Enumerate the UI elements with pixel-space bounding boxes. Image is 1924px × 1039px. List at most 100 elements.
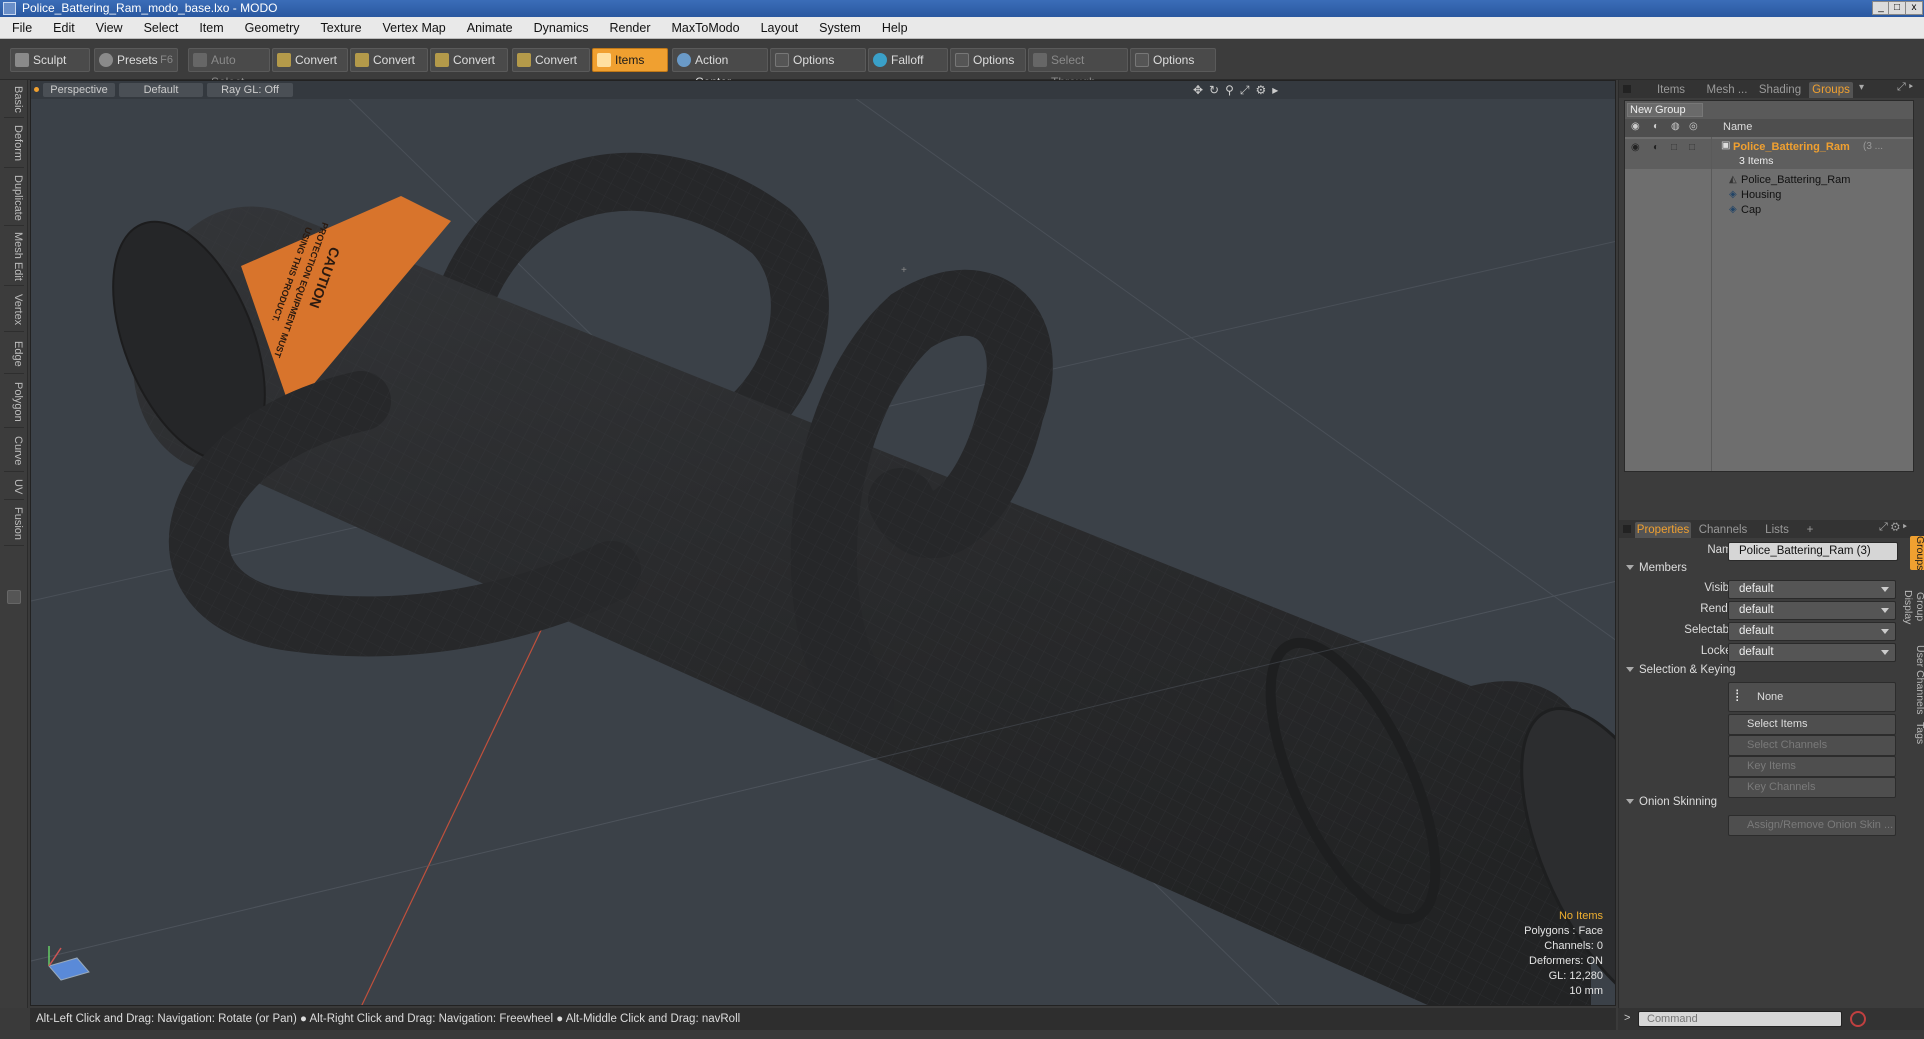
locked-dropdown[interactable]: default <box>1728 643 1896 662</box>
tab-edge[interactable]: Edge <box>4 334 24 374</box>
tab-deform[interactable]: Deform <box>4 120 24 168</box>
menu-view[interactable]: View <box>84 17 132 39</box>
tree-item-cap[interactable]: ◈ Cap <box>1625 203 1913 218</box>
side-tab-group-display[interactable]: Group Display <box>1902 574 1924 640</box>
visible-dropdown[interactable]: default <box>1728 580 1896 599</box>
select-channels-button[interactable]: Select Channels <box>1728 735 1896 756</box>
command-input[interactable] <box>1638 1011 1842 1027</box>
lock-icon[interactable]: ◍ <box>1671 121 1680 132</box>
menu-animate[interactable]: Animate <box>455 17 522 39</box>
3d-viewport[interactable]: CAUTION PROTECTION EQUIPMENT MUST USING … <box>30 80 1616 1006</box>
convert-materials-button[interactable]: Convert <box>512 48 590 72</box>
tab-polygon[interactable]: Polygon <box>4 376 24 428</box>
key-items-button[interactable]: Key Items <box>1728 756 1896 777</box>
tab-duplicate[interactable]: Duplicate <box>4 170 24 226</box>
select-icon[interactable]: □ <box>1689 142 1695 153</box>
onion-skin-button[interactable]: Assign/Remove Onion Skin ... <box>1728 815 1896 836</box>
selection-keying-section[interactable]: Selection & Keying <box>1626 664 1736 676</box>
none-button[interactable]: ⁞ None <box>1728 682 1896 712</box>
menu-select[interactable]: Select <box>132 17 188 39</box>
action-center-options-button[interactable]: Options <box>770 48 866 72</box>
tree-item-housing[interactable]: ◈ Housing <box>1625 188 1913 203</box>
menu-edit[interactable]: Edit <box>41 17 84 39</box>
name-label: Name <box>1707 544 1738 556</box>
viewport-menu-icon[interactable] <box>34 87 39 92</box>
tab-lists[interactable]: Lists <box>1755 522 1799 538</box>
column-name-header: Name <box>1723 121 1753 133</box>
tab-vertex[interactable]: Vertex <box>4 288 24 332</box>
panel-menu-icon[interactable] <box>1623 85 1631 93</box>
chevron-down-icon[interactable]: ▾ <box>1859 82 1864 93</box>
convert-edges-button[interactable]: Convert <box>350 48 428 72</box>
maximize-button[interactable]: □ <box>1888 1 1906 15</box>
raygl-toggle[interactable]: Ray GL: Off <box>207 83 293 97</box>
members-section[interactable]: Members <box>1626 562 1687 574</box>
convert-polygons-button[interactable]: Convert <box>430 48 508 72</box>
menu-texture[interactable]: Texture <box>309 17 371 39</box>
falloff-button[interactable]: Falloff <box>868 48 948 72</box>
render-icon[interactable]: ◐ <box>1653 121 1659 132</box>
select-items-button[interactable]: Select Items <box>1728 714 1896 735</box>
render-dropdown[interactable]: default <box>1728 601 1896 620</box>
select-through-options-button[interactable]: Options <box>1130 48 1216 72</box>
menu-help[interactable]: Help <box>870 17 917 39</box>
add-tab-button[interactable]: + <box>1803 522 1817 538</box>
lock-icon[interactable]: □ <box>1671 142 1677 153</box>
sculpt-button[interactable]: Sculpt <box>10 48 90 72</box>
chevron-down-icon <box>1881 650 1889 655</box>
eye-icon[interactable]: ◉ <box>1631 142 1640 153</box>
selectable-dropdown[interactable]: default <box>1728 622 1896 641</box>
select-icon[interactable]: ◎ <box>1689 121 1698 132</box>
select-through-button[interactable]: Select Through <box>1028 48 1128 89</box>
side-tab-groups[interactable]: Groups <box>1910 536 1924 570</box>
tree-item-mesh[interactable]: ◭ Police_Battering_Ram <box>1625 173 1913 188</box>
presets-button[interactable]: Presets F6 <box>94 48 178 72</box>
render-icon[interactable]: ◐ <box>1653 142 1659 153</box>
panel-menu-icon[interactable] <box>1623 525 1631 533</box>
tab-curve[interactable]: Curve <box>4 430 24 472</box>
layout-toggle-icon[interactable] <box>7 590 21 604</box>
tab-fusion[interactable]: Fusion <box>4 502 24 546</box>
tab-groups[interactable]: Groups <box>1809 82 1853 98</box>
group-row[interactable]: ◉ ◐ □ □ ▣ Police_Battering_Ram (3 ... 3 … <box>1625 139 1913 169</box>
tab-items[interactable]: Items <box>1643 82 1699 98</box>
expand-icon[interactable]: ⤢ ⚙ ▸ <box>1879 521 1907 534</box>
menu-item[interactable]: Item <box>187 17 232 39</box>
viewport-nav-icons[interactable]: ✥↻⚲⤢⚙▸ <box>1193 83 1293 97</box>
auto-select-button[interactable]: Auto Select <box>188 48 270 89</box>
falloff-options-button[interactable]: Options <box>950 48 1026 72</box>
tab-channels[interactable]: Channels <box>1695 522 1751 538</box>
menu-dynamics[interactable]: Dynamics <box>522 17 598 39</box>
menu-layout[interactable]: Layout <box>749 17 808 39</box>
group-name-field[interactable]: Police_Battering_Ram (3) <box>1728 542 1898 561</box>
side-tab-tags[interactable]: Tags <box>1910 720 1924 746</box>
shading-dropdown[interactable]: Default <box>119 83 203 97</box>
menu-geometry[interactable]: Geometry <box>233 17 309 39</box>
tab-mesh[interactable]: Mesh ... <box>1701 82 1753 98</box>
convert-vertices-button[interactable]: Convert <box>272 48 348 72</box>
menu-render[interactable]: Render <box>598 17 660 39</box>
tab-uv[interactable]: UV <box>4 474 24 500</box>
tab-properties[interactable]: Properties <box>1635 522 1691 538</box>
close-button[interactable]: x <box>1905 1 1923 15</box>
eye-icon[interactable]: ◉ <box>1631 121 1640 132</box>
menu-vertex-map[interactable]: Vertex Map <box>371 17 455 39</box>
menu-system[interactable]: System <box>807 17 870 39</box>
menu-maxtomodo[interactable]: MaxToModo <box>660 17 749 39</box>
mesh-item-icon: ◈ <box>1729 204 1737 215</box>
key-channels-button[interactable]: Key Channels <box>1728 777 1896 798</box>
tab-shading[interactable]: Shading <box>1755 82 1805 98</box>
onion-skinning-section[interactable]: Onion Skinning <box>1626 796 1717 808</box>
record-icon[interactable] <box>1850 1011 1866 1027</box>
tab-mesh-edit[interactable]: Mesh Edit <box>4 228 24 286</box>
menu-file[interactable]: File <box>0 17 41 39</box>
side-tab-user-channels[interactable]: User Channels <box>1910 644 1924 716</box>
expand-icon[interactable]: ⤢ ▸ <box>1897 81 1913 94</box>
view-type-dropdown[interactable]: Perspective <box>43 83 115 97</box>
cursor-crosshair: + <box>901 265 907 276</box>
items-mode-button[interactable]: Items <box>592 48 668 72</box>
tab-basic[interactable]: Basic <box>4 82 24 118</box>
action-center-button[interactable]: Action Center <box>672 48 768 89</box>
groups-list: New Group ◉ ◐ ◍ ◎ Name ◉ ◐ □ □ ▣ Police_… <box>1624 100 1914 472</box>
new-group-button[interactable]: New Group <box>1627 103 1703 117</box>
